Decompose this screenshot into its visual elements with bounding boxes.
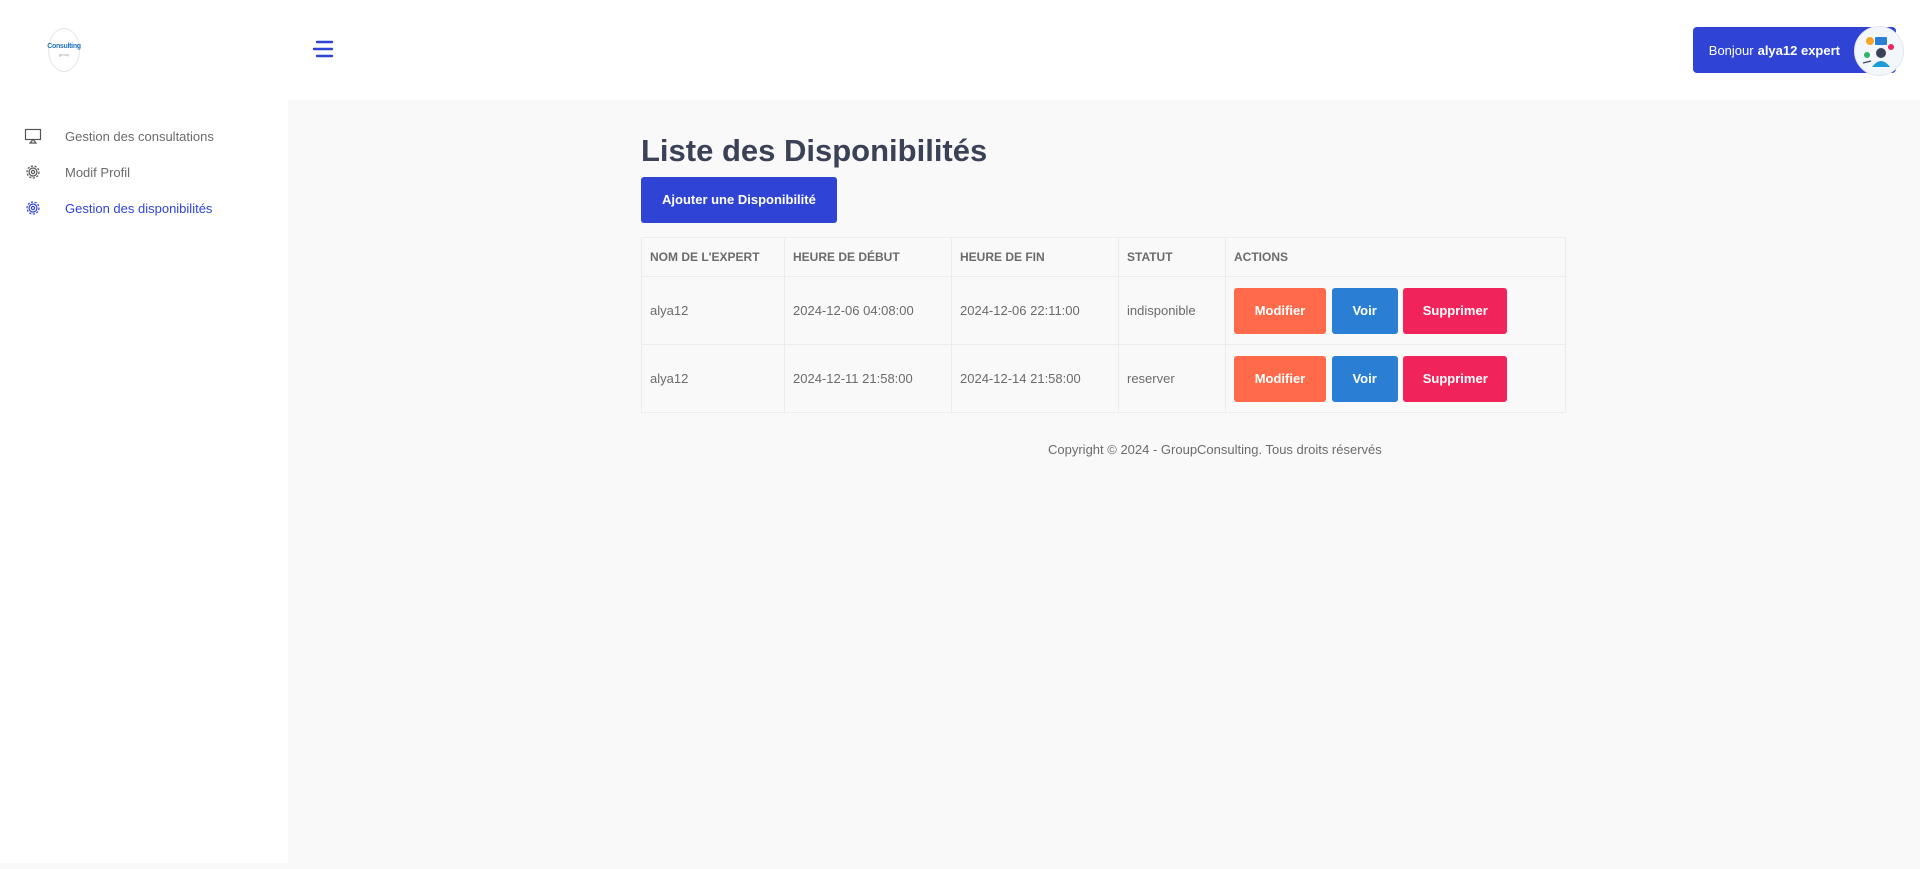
actions-cell: Modifier Voir Supprimer: [1225, 344, 1566, 413]
monitor-icon: [24, 128, 42, 144]
greeting-text: Bonjour: [1708, 42, 1754, 58]
topbar: Bonjour alya12 expert: [288, 0, 1920, 100]
avatar[interactable]: [1854, 26, 1904, 76]
add-availability-button[interactable]: Ajouter une Disponibilité: [641, 177, 837, 223]
column-header-expert: NOM DE L'EXPERT: [641, 237, 785, 277]
logo-text: Consulting: [47, 43, 81, 50]
logo-subtext: group: [58, 52, 70, 57]
availability-table: NOM DE L'EXPERT HEURE DE DÉBUT HEURE DE …: [641, 237, 1566, 413]
status-cell: reserver: [1118, 344, 1226, 413]
table-row: alya12 2024-12-06 04:08:00 2024-12-06 22…: [641, 276, 1566, 345]
column-header-end: HEURE DE FIN: [951, 237, 1119, 277]
edit-button[interactable]: Modifier: [1234, 287, 1326, 334]
sidebar-item-label: Gestion des consultations: [65, 128, 214, 144]
sidebar-item-label: Gestion des disponibilités: [65, 200, 213, 216]
gear-icon: [26, 165, 40, 179]
user-menu-button[interactable]: Bonjour alya12 expert: [1692, 26, 1904, 76]
page-bottom-strip: [0, 863, 1920, 869]
avatar-illustration-icon: [1856, 28, 1902, 74]
column-header-start: HEURE DE DÉBUT: [784, 237, 952, 277]
sidebar-item-profile[interactable]: Modif Profil: [0, 154, 288, 190]
sidebar-item-label: Modif Profil: [65, 164, 131, 180]
username-text: alya12 expert: [1757, 42, 1840, 58]
sidebar-nav: Gestion des consultations Modif Profil G…: [0, 118, 288, 226]
column-header-actions: ACTIONS: [1225, 237, 1566, 277]
actions-cell: Modifier Voir Supprimer: [1225, 276, 1566, 345]
sidebar-item-disponibilites[interactable]: Gestion des disponibilités: [0, 190, 288, 226]
edit-button[interactable]: Modifier: [1234, 355, 1326, 402]
start-time-cell: 2024-12-06 04:08:00: [784, 276, 952, 345]
delete-button[interactable]: Supprimer: [1403, 287, 1508, 334]
expert-cell: alya12: [641, 344, 785, 413]
table-header-row: NOM DE L'EXPERT HEURE DE DÉBUT HEURE DE …: [641, 237, 1566, 277]
start-time-cell: 2024-12-11 21:58:00: [784, 344, 952, 413]
end-time-cell: 2024-12-14 21:58:00: [951, 344, 1119, 413]
footer-copyright: Copyright © 2024 - GroupConsulting. Tous…: [1048, 442, 1382, 457]
hamburger-menu-icon[interactable]: [312, 38, 334, 60]
view-button[interactable]: Voir: [1331, 287, 1398, 334]
view-button[interactable]: Voir: [1331, 355, 1398, 402]
status-cell: indisponible: [1118, 276, 1226, 345]
delete-button[interactable]: Supprimer: [1403, 355, 1508, 402]
main-content: Liste des Disponibilités Ajouter une Dis…: [641, 128, 1566, 413]
end-time-cell: 2024-12-06 22:11:00: [951, 276, 1119, 345]
gear-icon: [26, 201, 40, 215]
column-header-status: STATUT: [1118, 237, 1226, 277]
brand-logo[interactable]: Consulting group: [47, 28, 81, 72]
sidebar-item-consultations[interactable]: Gestion des consultations: [0, 118, 288, 154]
expert-cell: alya12: [641, 276, 785, 345]
table-row: alya12 2024-12-11 21:58:00 2024-12-14 21…: [641, 344, 1566, 413]
sidebar: Consulting group Gestion des consultatio…: [0, 0, 288, 863]
page-title: Liste des Disponibilités: [641, 133, 988, 168]
